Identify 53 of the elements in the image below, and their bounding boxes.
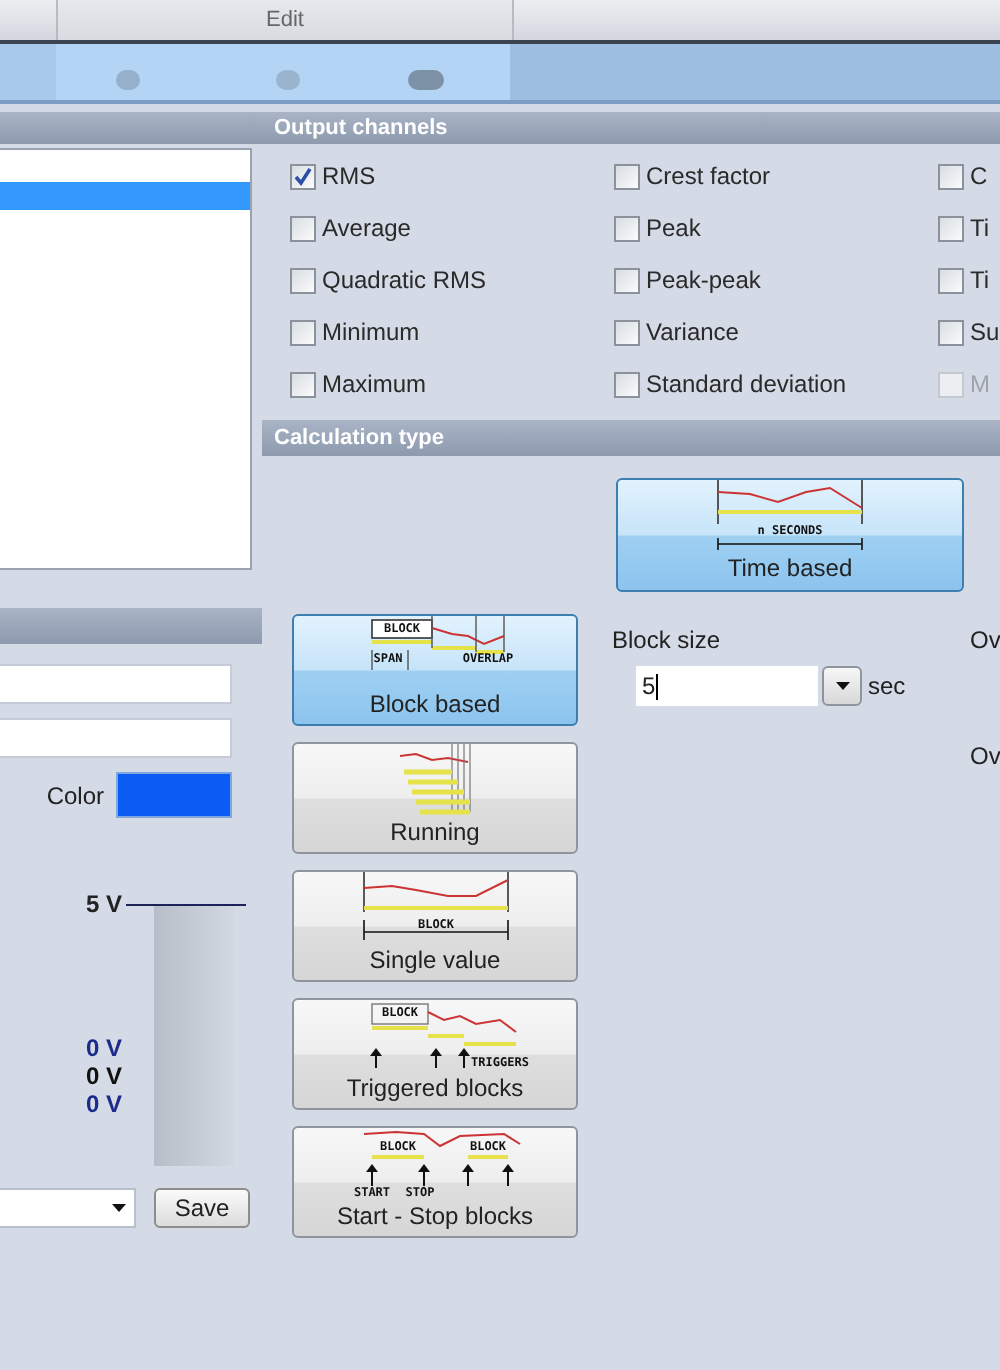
checkbox[interactable] bbox=[938, 163, 964, 189]
edit-tab[interactable]: Edit bbox=[58, 0, 514, 40]
checkbox-label[interactable]: Peak bbox=[646, 214, 701, 242]
diagram-drawing bbox=[398, 744, 472, 815]
checkbox[interactable] bbox=[614, 267, 640, 293]
checkbox-label[interactable]: Standard deviation bbox=[646, 370, 847, 398]
section-header: Calculation type bbox=[262, 420, 1000, 456]
checkbox[interactable] bbox=[938, 267, 964, 293]
checkbox-label[interactable]: Su bbox=[970, 318, 1000, 346]
toolbar-icon[interactable] bbox=[408, 70, 444, 90]
save-button[interactable]: Save bbox=[154, 1188, 250, 1228]
checkbox-label[interactable]: Ti bbox=[970, 214, 990, 242]
color-label: Color bbox=[46, 781, 104, 809]
checkbox[interactable] bbox=[290, 215, 316, 241]
overlap-label: Ov bbox=[970, 742, 1000, 770]
checkbox[interactable] bbox=[290, 319, 316, 345]
checkbox[interactable] bbox=[938, 319, 964, 345]
section-header: Output channels bbox=[262, 112, 1000, 144]
checkbox[interactable] bbox=[614, 371, 640, 397]
checkbox[interactable] bbox=[290, 267, 316, 293]
reading-label: 0 V bbox=[85, 1034, 122, 1062]
checkbox-label[interactable]: Minimum bbox=[322, 318, 420, 346]
checkbox[interactable] bbox=[614, 163, 640, 189]
list-box[interactable] bbox=[0, 148, 252, 570]
checkbox-label[interactable]: RMS bbox=[322, 162, 376, 190]
checkbox[interactable] bbox=[938, 215, 964, 241]
checkbox-label[interactable]: Average bbox=[322, 214, 411, 242]
checkbox[interactable] bbox=[614, 215, 640, 241]
block-size-label: Block size bbox=[612, 626, 723, 654]
checkbox[interactable] bbox=[290, 163, 316, 189]
reading-label: 0 V bbox=[85, 1062, 122, 1090]
mode-button[interactable]: Running bbox=[292, 742, 578, 854]
color-swatch[interactable] bbox=[116, 772, 232, 818]
checkbox-label[interactable]: Maximum bbox=[322, 370, 427, 398]
reading-label: 0 V bbox=[85, 1090, 122, 1118]
checkbox[interactable] bbox=[290, 371, 316, 397]
checkbox-label[interactable]: Variance bbox=[646, 318, 739, 346]
checkbox-label[interactable]: C bbox=[970, 162, 988, 190]
input-field[interactable] bbox=[0, 718, 232, 758]
block-size-field[interactable]: 5 bbox=[636, 666, 818, 706]
dropdown[interactable] bbox=[0, 1188, 136, 1228]
checkbox-label[interactable]: Quadratic RMS bbox=[322, 266, 487, 294]
checkbox-label[interactable]: Peak-peak bbox=[646, 266, 761, 294]
checkbox-label[interactable]: Crest factor bbox=[646, 162, 771, 190]
checkbox-label[interactable]: Ti bbox=[970, 266, 990, 294]
caret-icon bbox=[835, 682, 849, 690]
caret-icon bbox=[112, 1204, 126, 1212]
checkbox[interactable] bbox=[614, 319, 640, 345]
unit-label: sec bbox=[868, 672, 906, 700]
overlap-label: Ov bbox=[970, 626, 1000, 654]
dropdown-button[interactable] bbox=[822, 666, 862, 706]
input-field[interactable] bbox=[0, 664, 232, 704]
scale-top-label: 5 V bbox=[85, 892, 122, 916]
